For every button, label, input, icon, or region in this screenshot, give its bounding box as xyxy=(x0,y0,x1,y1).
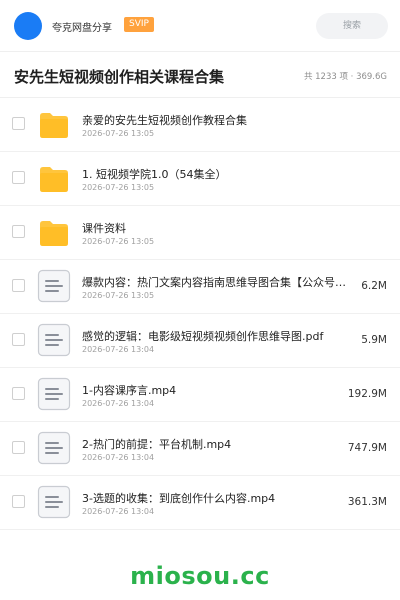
file-size: 192.9M xyxy=(347,388,387,400)
file-date: 2026-07-26 13:05 xyxy=(82,183,155,192)
watermark-text: miosou.cc xyxy=(130,562,270,590)
file-list: 亲爱的安先生短视频创作教程合集 2026-07-26 13:05 1. 短视频学院1… xyxy=(0,98,400,530)
search-box[interactable]: 搜索 xyxy=(316,13,388,39)
svip-badge: SVIP xyxy=(124,17,154,32)
file-date: 2026-07-26 13:04 xyxy=(82,507,155,516)
file-name[interactable]: 2-热门的前提：平台机制.mp4 xyxy=(82,436,352,452)
file-date: 2026-07-26 13:05 xyxy=(82,237,155,246)
search-placeholder: 搜索 xyxy=(342,21,361,31)
document-icon xyxy=(37,323,71,357)
file-size: 6.2M xyxy=(361,280,387,292)
file-date: 2026-07-26 13:04 xyxy=(82,453,155,462)
top-bar: 夸克网盘分享 SVIP 搜索 xyxy=(0,0,400,52)
select-checkbox[interactable] xyxy=(12,225,25,238)
file-row[interactable]: 亲爱的安先生短视频创作教程合集 2026-07-26 13:05 xyxy=(0,98,400,152)
brand-label: 夸克网盘分享 xyxy=(52,23,112,34)
file-name[interactable]: 课件资料 xyxy=(82,220,352,236)
document-icon xyxy=(37,377,71,411)
select-checkbox[interactable] xyxy=(12,441,25,454)
select-checkbox[interactable] xyxy=(12,495,25,508)
file-row[interactable]: 课件资料 2026-07-26 13:05 xyxy=(0,206,400,260)
folder-icon xyxy=(37,215,71,249)
file-size: 361.3M xyxy=(347,496,387,508)
file-row[interactable]: 爆款内容：热门文案内容指南思维导图合集【公众号：密… 2026-07-26 13:… xyxy=(0,260,400,314)
folder-stats: 共 1233 项 · 369.6G xyxy=(303,72,387,82)
file-name[interactable]: 感觉的逻辑：电影级短视频视频创作思维导图.pdf xyxy=(82,328,352,344)
page-title: 安先生短视频创作相关课程合集 xyxy=(14,68,225,86)
file-name[interactable]: 3-选题的收集：到底创作什么内容.mp4 xyxy=(82,490,352,506)
document-icon xyxy=(37,485,71,519)
file-date: 2026-07-26 13:05 xyxy=(82,291,155,300)
file-name[interactable]: 爆款内容：热门文案内容指南思维导图合集【公众号：密… xyxy=(82,274,352,290)
select-checkbox[interactable] xyxy=(12,333,25,346)
folder-icon xyxy=(37,161,71,195)
file-row[interactable]: 2-热门的前提：平台机制.mp4 2026-07-26 13:04 747.9M xyxy=(0,422,400,476)
avatar[interactable] xyxy=(14,12,42,40)
file-date: 2026-07-26 13:05 xyxy=(82,129,155,138)
file-row[interactable]: 1-内容课序言.mp4 2026-07-26 13:04 192.9M xyxy=(0,368,400,422)
file-row[interactable]: 1. 短视频学院1.0（54集全） 2026-07-26 13:05 xyxy=(0,152,400,206)
select-checkbox[interactable] xyxy=(12,279,25,292)
select-checkbox[interactable] xyxy=(12,117,25,130)
folder-header: 安先生短视频创作相关课程合集 共 1233 项 · 369.6G xyxy=(0,52,400,98)
file-size: 747.9M xyxy=(347,442,387,454)
select-checkbox[interactable] xyxy=(12,171,25,184)
file-row[interactable]: 感觉的逻辑：电影级短视频视频创作思维导图.pdf 2026-07-26 13:04… xyxy=(0,314,400,368)
file-name[interactable]: 1-内容课序言.mp4 xyxy=(82,382,352,398)
file-date: 2026-07-26 13:04 xyxy=(82,345,155,354)
file-name[interactable]: 1. 短视频学院1.0（54集全） xyxy=(82,166,352,182)
folder-icon xyxy=(37,107,71,141)
file-size: 5.9M xyxy=(361,334,387,346)
document-icon xyxy=(37,269,71,303)
document-icon xyxy=(37,431,71,465)
file-name[interactable]: 亲爱的安先生短视频创作教程合集 xyxy=(82,112,352,128)
file-date: 2026-07-26 13:04 xyxy=(82,399,155,408)
file-row[interactable]: 3-选题的收集：到底创作什么内容.mp4 2026-07-26 13:04 361.… xyxy=(0,476,400,530)
select-checkbox[interactable] xyxy=(12,387,25,400)
